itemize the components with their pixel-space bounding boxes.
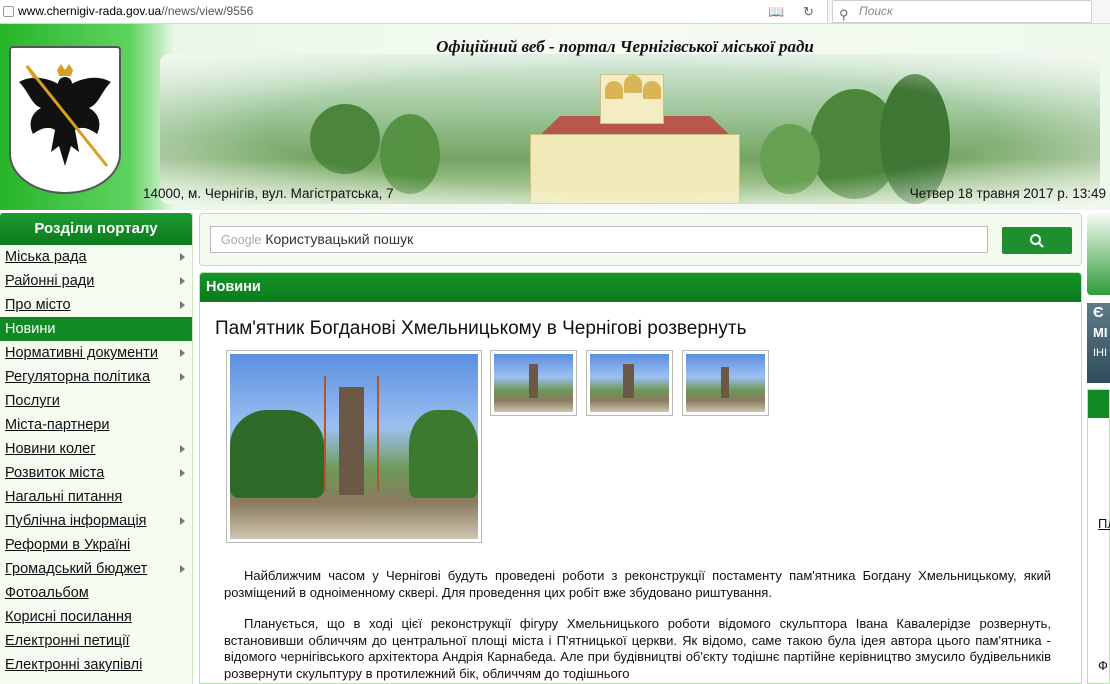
sidebar-item-label: Послуги — [5, 393, 60, 409]
article-paragraph: Найближчим часом у Чернігові будуть пров… — [224, 568, 1051, 600]
sidebar-item-label: Про місто — [5, 297, 71, 313]
sidebar-item[interactable]: Новини колег — [0, 437, 192, 461]
sidebar-item[interactable]: Новини — [0, 317, 192, 341]
header-banner-image — [160, 54, 1100, 204]
submenu-arrow-icon — [180, 445, 185, 453]
sidebar-item[interactable]: Фотоальбом — [0, 581, 192, 605]
submenu-arrow-icon — [180, 469, 185, 477]
browser-search-input[interactable]: ⚲ Поиск — [832, 0, 1092, 23]
article-thumbnail[interactable] — [586, 350, 673, 416]
sidebar-item-label: Регуляторна політика — [5, 369, 151, 385]
sidebar-item-label: Новини колег — [5, 441, 96, 457]
city-coat-of-arms-logo[interactable] — [9, 46, 121, 194]
browser-search-placeholder: Поиск — [859, 4, 893, 18]
submenu-arrow-icon — [180, 253, 185, 261]
sidebar-item-label: Нормативні документи — [5, 345, 158, 361]
sidebar-heading: Розділи порталу — [0, 213, 192, 245]
google-label: Google — [221, 233, 262, 247]
sidebar-item[interactable]: Міська рада — [0, 245, 192, 269]
sidebar-item-label: Новини — [5, 321, 56, 337]
news-panel: Новини Пам'ятник Богданові Хмельницькому… — [199, 272, 1082, 684]
sidebar-item-label: Електронні закупівлі — [5, 657, 143, 673]
right-panel-link[interactable]: ПЛ — [1098, 516, 1110, 531]
sidebar-item-label: Електронні петиції — [5, 633, 130, 649]
sidebar-navigation: Розділи порталу Міська рада Районні ради П… — [0, 213, 193, 684]
custom-search-input[interactable]: Google Користувацький пошук — [210, 226, 988, 253]
city-council-address: 14000, м. Чернігів, вул. Магістратська, … — [143, 186, 394, 201]
sidebar-item-label: Розвиток міста — [5, 465, 105, 481]
custom-search-panel: Google Користувацький пошук — [199, 213, 1082, 266]
submenu-arrow-icon — [180, 349, 185, 357]
site-header: Офіційний веб - портал Чернігівської міс… — [0, 24, 1110, 210]
sidebar-item[interactable]: Реформи в Україні — [0, 533, 192, 557]
sidebar-item-label: Реформи в Україні — [5, 537, 131, 553]
favicon-icon — [3, 6, 14, 17]
right-promo-banner[interactable]: Є МІ ІНІ — [1087, 303, 1110, 383]
article-paragraph: Планується, що в ході цієї реконструкції… — [224, 616, 1051, 681]
sidebar-item-label: Публічна інформація — [5, 513, 147, 529]
article-thumbnail[interactable] — [490, 350, 577, 416]
sidebar-item-label: Корисні посилання — [5, 609, 132, 625]
url-host: www.chernigiv-rada.gov.ua — [18, 4, 162, 18]
browser-toolbar: www.chernigiv-rada.gov.ua//news/view/955… — [0, 0, 1110, 24]
sidebar-item[interactable]: Розвиток міста — [0, 461, 192, 485]
sidebar-item-label: Фотоальбом — [5, 585, 89, 601]
article-thumbnail[interactable] — [682, 350, 769, 416]
search-icon: ⚲ — [839, 7, 849, 22]
sidebar-item-label: Районні ради — [5, 273, 95, 289]
custom-search-placeholder: Користувацький пошук — [265, 231, 414, 247]
current-date: Четвер 18 травня 2017 р. 13:49 — [909, 186, 1106, 201]
sidebar-item[interactable]: Публічна інформація — [0, 509, 192, 533]
right-panel: ПЛ Ф — [1087, 389, 1110, 684]
sidebar-item-label: Громадський бюджет — [5, 561, 148, 577]
sidebar-item[interactable]: Громадський бюджет — [0, 557, 192, 581]
search-button[interactable] — [1002, 227, 1072, 254]
sidebar-item-label: Міста-партнери — [5, 417, 110, 433]
sidebar-item[interactable]: Регуляторна політика — [0, 365, 192, 389]
sidebar-item-label: Міська рада — [5, 249, 87, 265]
sidebar-item[interactable]: Послуги — [0, 389, 192, 413]
search-icon — [1030, 234, 1044, 248]
reader-view-icon[interactable]: 📖 — [768, 3, 784, 20]
address-bar[interactable]: www.chernigiv-rada.gov.ua//news/view/955… — [0, 0, 828, 23]
submenu-arrow-icon — [180, 301, 185, 309]
news-section-title: Новини — [200, 273, 1081, 302]
submenu-arrow-icon — [180, 277, 185, 285]
sidebar-item[interactable]: Міста-партнери — [0, 413, 192, 437]
sidebar-item[interactable]: Районні ради — [0, 269, 192, 293]
sidebar-item[interactable]: Нагальні питання — [0, 485, 192, 509]
portal-title: Офіційний веб - портал Чернігівської міс… — [436, 37, 814, 56]
sidebar-item-label: Нагальні питання — [5, 489, 123, 505]
url-path: //news/view/9556 — [161, 4, 254, 18]
right-panel-text: Ф — [1098, 658, 1108, 673]
right-sidebar: Є МІ ІНІ ПЛ Ф — [1087, 213, 1110, 684]
sidebar-item[interactable]: Корисні посилання — [0, 605, 192, 629]
submenu-arrow-icon — [180, 517, 185, 525]
sidebar-item[interactable]: Про місто — [0, 293, 192, 317]
submenu-arrow-icon — [180, 373, 185, 381]
reload-icon[interactable]: ↻ — [803, 3, 814, 20]
article-main-photo[interactable] — [226, 350, 482, 543]
submenu-arrow-icon — [180, 565, 185, 573]
sidebar-item[interactable]: Електронні петиції — [0, 629, 192, 653]
sidebar-menu: Міська рада Районні ради Про місто Новини Но… — [0, 245, 192, 677]
sidebar-item[interactable]: Електронні закупівлі — [0, 653, 192, 677]
article-title: Пам'ятник Богданові Хмельницькому в Черн… — [215, 318, 747, 339]
right-banner[interactable] — [1087, 213, 1110, 295]
sidebar-item[interactable]: Нормативні документи — [0, 341, 192, 365]
